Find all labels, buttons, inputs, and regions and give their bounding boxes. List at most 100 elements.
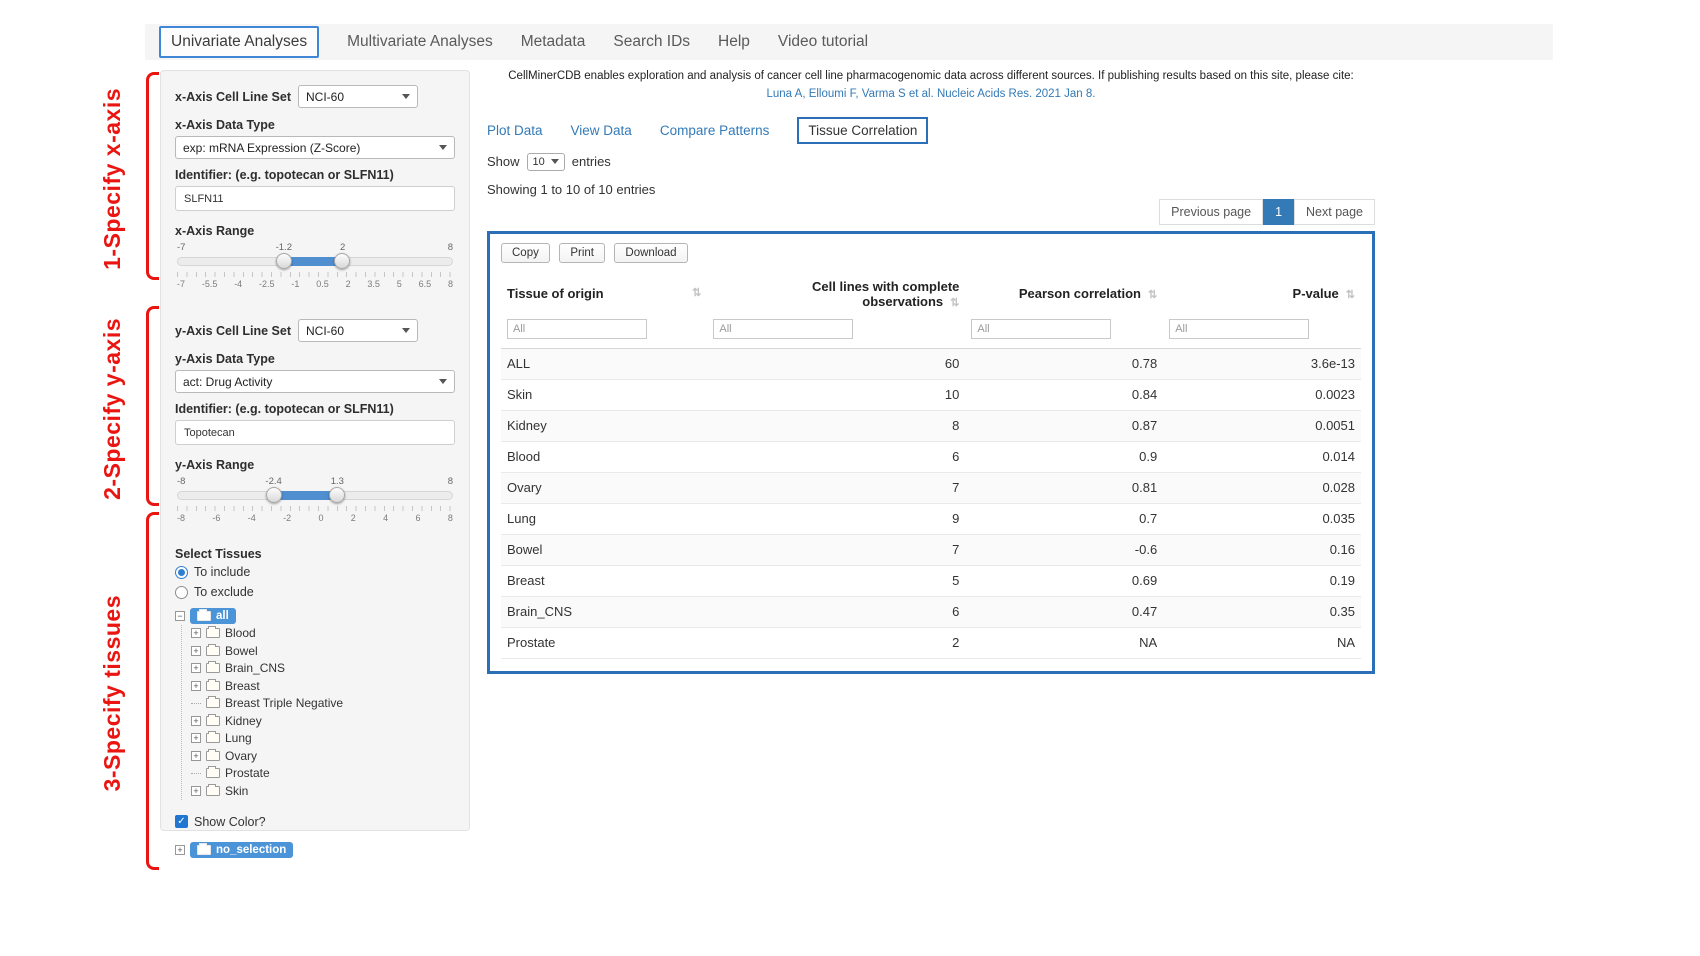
expand-icon[interactable] (191, 751, 201, 761)
tree-node-brain-cns[interactable]: Brain_CNS (191, 660, 455, 678)
col-header-label: Cell lines with complete observations (812, 279, 959, 309)
y-data-type-select[interactable]: act: Drug Activity (175, 370, 455, 393)
tree-node-skin[interactable]: Skin (191, 782, 455, 800)
table-info-text: Showing 1 to 10 of 10 entries (487, 182, 1375, 197)
tick-label: -6 (212, 513, 220, 523)
y-range-value-labels: -8 -2.4 1.3 8 (177, 476, 453, 489)
tab-help[interactable]: Help (718, 33, 750, 51)
tree-node-breast-triple-negative[interactable]: Breast Triple Negative (191, 695, 455, 713)
y-data-type-value: act: Drug Activity (183, 375, 272, 389)
y-range-track[interactable] (177, 491, 453, 500)
main-content: CellMinerCDB enables exploration and ana… (487, 68, 1375, 674)
tick-label: 8 (448, 513, 453, 523)
tree-node-ovary[interactable]: Ovary (191, 747, 455, 765)
tree-node-all[interactable]: all (175, 607, 455, 625)
previous-page-button[interactable]: Previous page (1159, 199, 1263, 225)
x-range-to-label: 2 (340, 242, 345, 253)
col-header-cell-lines[interactable]: Cell lines with complete observations⇅ (707, 271, 965, 317)
filter-cell-lines-input[interactable] (713, 319, 853, 339)
filter-pearson-input[interactable] (971, 319, 1111, 339)
x-range-min-label: -7 (177, 242, 185, 253)
y-cell-line-set-value: NCI-60 (306, 324, 344, 338)
filter-cell (1163, 317, 1361, 349)
tree-node-bowel[interactable]: Bowel (191, 642, 455, 660)
expand-icon[interactable] (191, 716, 201, 726)
x-identifier-input[interactable] (175, 186, 455, 211)
y-identifier-input[interactable] (175, 420, 455, 445)
expand-icon[interactable] (191, 646, 201, 656)
page-length-select[interactable]: 10 (527, 153, 565, 171)
pearson-cell: 0.78 (965, 348, 1163, 379)
col-header-p-value[interactable]: P-value⇅ (1163, 271, 1361, 317)
to-exclude-label: To exclude (194, 585, 254, 599)
filter-pvalue-input[interactable] (1169, 319, 1309, 339)
citation-link[interactable]: Luna A, Elloumi F, Varma S et al. Nuclei… (767, 88, 1096, 100)
to-include-radio[interactable] (175, 566, 188, 579)
copy-button[interactable]: Copy (501, 243, 550, 263)
sub-tabs: Plot Data View Data Compare Patterns Tis… (487, 117, 1375, 144)
col-header-tissue-of-origin[interactable]: ⇅ Tissue of origin (501, 271, 707, 317)
correlation-table-container: Copy Print Download ⇅ Tissue of origin C… (487, 231, 1375, 674)
x-data-type-select[interactable]: exp: mRNA Expression (Z-Score) (175, 136, 455, 159)
y-cell-line-set-row: y-Axis Cell Line Set NCI-60 (175, 319, 455, 342)
next-page-button[interactable]: Next page (1294, 199, 1375, 225)
expand-icon[interactable] (175, 845, 185, 855)
tree-node-all-chip[interactable]: all (190, 608, 236, 624)
tree-children: Blood Bowel Brain_CNS Breast (181, 625, 455, 800)
expand-icon[interactable] (191, 786, 201, 796)
subtab-view-data[interactable]: View Data (571, 123, 632, 138)
y-range-handle-high[interactable] (329, 487, 345, 503)
tree-node-kidney[interactable]: Kidney (191, 712, 455, 730)
expand-icon[interactable] (191, 663, 201, 673)
y-axis-range-slider: -8 -2.4 1.3 8 -8 -6 -4 -2 0 2 4 6 8 (177, 476, 453, 523)
collapse-icon[interactable] (175, 611, 185, 621)
x-range-handle-low[interactable] (276, 253, 292, 269)
tissue-tree: all Blood Bowel Brain_CNS (175, 607, 455, 800)
y-range-handle-low[interactable] (266, 487, 282, 503)
x-range-handle-high[interactable] (334, 253, 350, 269)
expand-icon[interactable] (191, 628, 201, 638)
folder-icon (206, 663, 220, 673)
subtab-plot-data[interactable]: Plot Data (487, 123, 543, 138)
to-exclude-radio[interactable] (175, 586, 188, 599)
tick-label: -7 (177, 279, 185, 289)
download-button[interactable]: Download (614, 243, 687, 263)
expand-icon[interactable] (191, 733, 201, 743)
tab-search-ids[interactable]: Search IDs (613, 33, 690, 51)
subtab-tissue-correlation[interactable]: Tissue Correlation (797, 117, 928, 144)
page-1-button[interactable]: 1 (1263, 199, 1294, 225)
x-cell-line-set-select[interactable]: NCI-60 (298, 85, 418, 108)
filter-tissue-input[interactable] (507, 319, 647, 339)
col-header-pearson-correlation[interactable]: Pearson correlation⇅ (965, 271, 1163, 317)
pvalue-cell: 3.6e-13 (1163, 348, 1361, 379)
tab-metadata[interactable]: Metadata (521, 33, 586, 51)
tick-label: 8 (448, 279, 453, 289)
subtab-compare-patterns[interactable]: Compare Patterns (660, 123, 770, 138)
table-row: Lung 9 0.7 0.035 (501, 503, 1361, 534)
tree-node-lung[interactable]: Lung (191, 730, 455, 748)
print-button[interactable]: Print (559, 243, 605, 263)
tree-node-label: Kidney (225, 714, 262, 728)
pvalue-cell: 0.35 (1163, 596, 1361, 627)
tree-node-prostate[interactable]: Prostate (191, 765, 455, 783)
tissue-correlation-table: ⇅ Tissue of origin Cell lines with compl… (501, 271, 1361, 659)
x-range-track[interactable] (177, 257, 453, 266)
tab-univariate-analyses[interactable]: Univariate Analyses (159, 26, 319, 58)
tree-node-no-selection[interactable]: no_selection (190, 842, 293, 858)
tab-video-tutorial[interactable]: Video tutorial (778, 33, 868, 51)
step3-bracket (146, 512, 159, 870)
folder-icon (206, 716, 220, 726)
tab-multivariate-analyses[interactable]: Multivariate Analyses (347, 33, 493, 51)
control-sidebar: x-Axis Cell Line Set NCI-60 x-Axis Data … (160, 70, 470, 831)
step1-label: 1-Specify x-axis (99, 88, 126, 270)
table-row: Ovary 7 0.81 0.028 (501, 472, 1361, 503)
tree-node-blood[interactable]: Blood (191, 625, 455, 643)
sort-icon: ⇅ (1346, 289, 1355, 301)
tree-node-breast[interactable]: Breast (191, 677, 455, 695)
y-cell-line-set-select[interactable]: NCI-60 (298, 319, 418, 342)
expand-icon[interactable] (191, 681, 201, 691)
tissue-cell: Bowel (501, 534, 707, 565)
x-range-label: x-Axis Range (175, 224, 455, 238)
show-color-checkbox[interactable] (175, 815, 188, 828)
table-row: Breast 5 0.69 0.19 (501, 565, 1361, 596)
